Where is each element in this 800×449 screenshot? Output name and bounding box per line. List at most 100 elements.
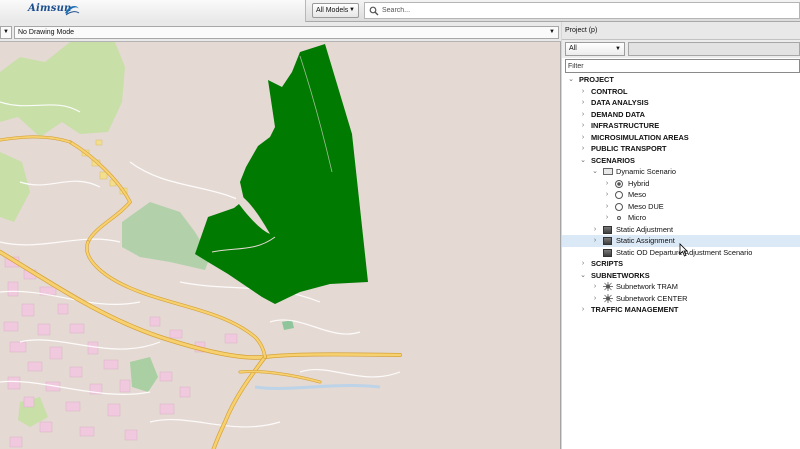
park-area-south <box>130 357 158 392</box>
search-icon <box>369 6 379 16</box>
radio-selected-icon <box>615 179 623 188</box>
static-scenario-icon <box>603 225 612 234</box>
tree-item[interactable]: › TRAFFIC MANAGEMENT <box>562 304 800 316</box>
tree-item[interactable]: ⌄ SUBNETWORKS <box>562 270 800 282</box>
selected-area-polygon <box>195 44 368 304</box>
tree-item[interactable]: › DATA ANALYSIS <box>562 97 800 109</box>
scenario-icon <box>603 168 613 175</box>
chevron-right-icon[interactable]: › <box>579 258 587 270</box>
chevron-down-icon[interactable]: ⌄ <box>591 166 599 178</box>
chevron-right-icon[interactable]: › <box>579 109 587 121</box>
chevron-down-icon[interactable]: ⌄ <box>579 270 587 282</box>
chevron-right-icon[interactable]: › <box>591 224 599 236</box>
chevron-down-icon[interactable]: ⌄ <box>567 74 575 86</box>
tree-item[interactable]: › Static Adjustment <box>562 224 800 236</box>
tree-item[interactable]: › MICROSIMULATION AREAS <box>562 132 800 144</box>
tree-item-label: Micro <box>628 213 647 222</box>
project-filter-input[interactable] <box>565 59 800 73</box>
tree-item[interactable]: ⌄ PROJECT <box>562 74 800 86</box>
river <box>254 384 381 390</box>
chevron-right-icon[interactable]: › <box>591 235 599 247</box>
tree-item-label: Subnetwork CENTER <box>616 293 688 303</box>
park-small <box>282 320 294 330</box>
chevron-right-icon[interactable]: › <box>579 120 587 132</box>
tree-item[interactable]: › CONTROL <box>562 86 800 98</box>
static-scenario-icon <box>603 237 612 245</box>
tree-item-label: DEMAND DATA <box>591 109 645 119</box>
tree-item[interactable]: › INFRASTRUCTURE <box>562 120 800 132</box>
top-bar: Aimsun All Models ▼ <box>0 0 800 22</box>
static-scenario-icon <box>603 248 612 257</box>
tree-item-label: SCENARIOS <box>591 155 635 165</box>
radio-icon <box>615 202 623 211</box>
project-scope-field[interactable] <box>628 42 800 56</box>
tree-item-label: Meso <box>628 190 647 199</box>
tree-item[interactable]: › Micro <box>562 212 800 224</box>
tree-item-label: Static Assignment <box>616 236 675 245</box>
project-panel-title: Project (p) <box>562 22 800 40</box>
tree-item[interactable]: › Subnetwork CENTER <box>562 293 800 305</box>
project-panel: Project (p) All ▼ ⌄ PROJECT › CONTROL › DATA … <box>562 22 800 449</box>
tree-item[interactable]: › SCRIPTS <box>562 258 800 270</box>
chevron-down-icon: ▼ <box>615 46 621 52</box>
chevron-right-icon[interactable]: › <box>591 281 599 293</box>
tree-item-label: Meso DUE <box>628 201 664 211</box>
tree-item[interactable]: › Hybrid <box>562 178 800 190</box>
park-area-west <box>0 152 30 222</box>
tree-item-label: PUBLIC TRANSPORT <box>591 144 667 153</box>
tree-item-label: INFRASTRUCTURE <box>591 121 660 130</box>
layer-select[interactable]: ▼ <box>0 26 12 39</box>
chevron-right-icon[interactable]: › <box>579 143 587 155</box>
park-area-center <box>122 202 210 270</box>
search-box[interactable] <box>364 2 800 19</box>
map-canvas[interactable] <box>0 42 561 449</box>
chevron-right-icon[interactable]: › <box>603 212 611 224</box>
chevron-down-icon: ▼ <box>349 7 355 13</box>
subnetwork-icon <box>603 293 613 303</box>
chevron-right-icon[interactable]: › <box>579 86 587 98</box>
project-type-value: All <box>569 45 577 52</box>
chevron-right-icon[interactable]: › <box>591 293 599 305</box>
chevron-down-icon: ▼ <box>3 29 9 35</box>
drawing-mode-select[interactable]: No Drawing Mode ▼ <box>14 26 559 39</box>
tree-item[interactable]: › Meso DUE <box>562 201 800 213</box>
tree-item-label: SUBNETWORKS <box>591 270 650 280</box>
chevron-right-icon[interactable]: › <box>603 189 611 201</box>
chevron-right-icon[interactable]: › <box>603 178 611 190</box>
map-drawing <box>0 42 402 449</box>
models-select[interactable]: All Models ▼ <box>312 3 359 18</box>
drawing-mode-value: No Drawing Mode <box>18 29 75 36</box>
tree-item-label: CONTROL <box>591 86 628 96</box>
tree-item[interactable]: ⌄ SCENARIOS <box>562 155 800 167</box>
models-select-value: All Models <box>316 7 349 14</box>
park-area-northwest <box>0 42 125 137</box>
tree-item[interactable]: › PUBLIC TRANSPORT <box>562 143 800 155</box>
dot-icon <box>617 216 621 220</box>
chevron-down-icon: ▼ <box>549 29 555 35</box>
map-toolbar: ▼ No Drawing Mode ▼ <box>0 22 561 42</box>
tree-item-label: MICROSIMULATION AREAS <box>591 132 689 142</box>
tree-item[interactable]: ⌄ Dynamic Scenario <box>562 166 800 178</box>
tree-item-label: Static Adjustment <box>616 224 674 234</box>
project-type-select[interactable]: All ▼ <box>565 42 625 56</box>
tree-item-label: DATA ANALYSIS <box>591 98 649 107</box>
logo-swoosh-icon <box>65 5 80 16</box>
chevron-down-icon[interactable]: ⌄ <box>579 155 587 167</box>
mouse-cursor-icon <box>679 243 688 257</box>
chevron-right-icon[interactable]: › <box>579 132 587 144</box>
tree-item-label: Dynamic Scenario <box>616 167 676 176</box>
chevron-right-icon[interactable]: › <box>579 97 587 109</box>
tree-item-label: Hybrid <box>628 178 650 188</box>
radio-icon <box>615 191 623 199</box>
search-input[interactable] <box>382 4 782 17</box>
tree-item-label: PROJECT <box>579 75 614 84</box>
tree-item[interactable]: › Meso <box>562 189 800 201</box>
tree-item[interactable]: › DEMAND DATA <box>562 109 800 121</box>
tree-item[interactable]: › Subnetwork TRAM <box>562 281 800 293</box>
subnetwork-icon <box>603 282 613 291</box>
chevron-right-icon[interactable]: › <box>603 201 611 213</box>
tree-item-label: SCRIPTS <box>591 259 624 268</box>
chevron-right-icon[interactable]: › <box>579 304 587 316</box>
project-filter-bar: All ▼ <box>562 40 800 58</box>
logo-area: Aimsun <box>0 0 306 22</box>
